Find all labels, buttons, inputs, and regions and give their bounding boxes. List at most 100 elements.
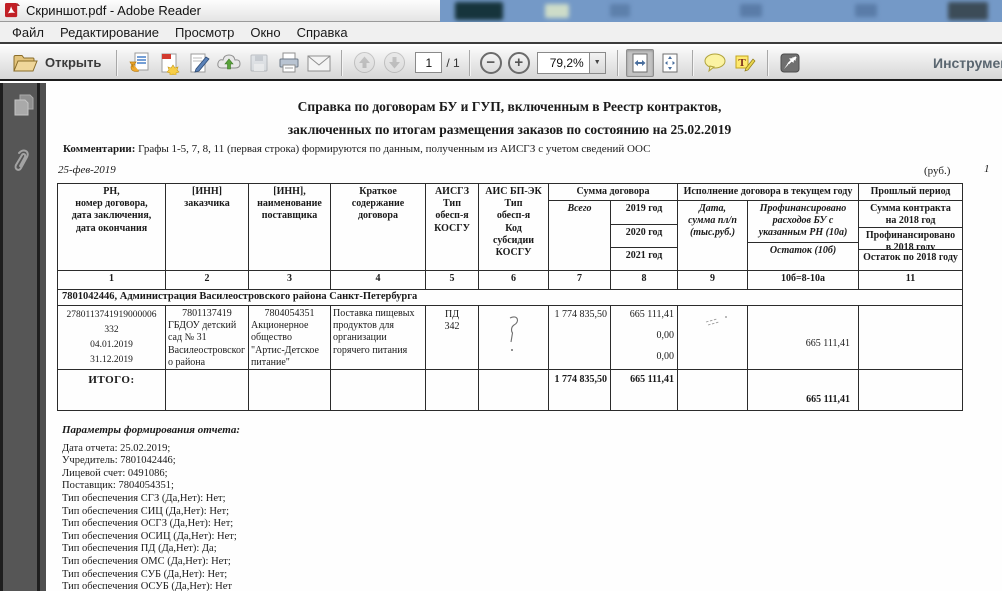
colnum-10: 10б=8-10а	[748, 271, 859, 290]
zoom-level-value[interactable]: 79,2%	[536, 51, 589, 74]
page-number-input[interactable]	[415, 52, 443, 73]
header-inn-customer: [ИНН] заказчика	[166, 184, 249, 271]
inn-customer-number: 7801137419	[182, 308, 232, 319]
header-aisgz: АИСГЗ Тип обесп-я КОСГУ	[426, 184, 479, 271]
inn-supplier-number: 7804054351	[264, 308, 315, 319]
toolbar-separator	[691, 49, 693, 76]
param-line: Тип обеспечения ОМС (Да,Нет): Нет;	[62, 555, 231, 567]
export-pdf-button[interactable]	[125, 49, 153, 77]
toolbar: Открыть 1 / 1 − + 79,2% ▼ T Инструме	[0, 46, 1002, 81]
fit-page-icon	[662, 53, 678, 72]
totals-financed: 665 111,41	[748, 370, 859, 411]
fit-page-button[interactable]	[656, 49, 684, 77]
menu-file[interactable]: Файл	[4, 23, 52, 42]
comments-label: Комментарии:	[63, 143, 136, 155]
zoom-out-button[interactable]: −	[479, 51, 502, 74]
toolbar-separator	[616, 49, 618, 76]
sign-document-button[interactable]	[185, 49, 213, 77]
header-year-2020: 2020 год	[611, 225, 678, 248]
param-line: Тип обеспечения СУБ (Да,Нет): Нет;	[62, 568, 228, 580]
cell-payment-date	[678, 306, 748, 370]
email-button[interactable]	[305, 49, 333, 77]
contracts-table: РН, номер договора, дата заключения, дат…	[57, 183, 963, 411]
colnum-3: 3	[249, 271, 331, 290]
menu-bar: Файл Редактирование Просмотр Окно Справк…	[0, 22, 1002, 44]
pencil-dashes-mark	[705, 316, 727, 326]
totals-label: ИТОГО:	[58, 370, 166, 411]
highlight-text-button[interactable]: T	[731, 49, 759, 77]
handwritten-squiggle-mark	[509, 316, 518, 351]
header-inn-supplier: [ИНН], наименование поставщика	[249, 184, 331, 271]
adobe-pdf-icon	[5, 3, 20, 18]
add-comment-button[interactable]	[701, 49, 729, 77]
report-title-line2: заключенных по итогам размещения заказов…	[287, 122, 732, 137]
cell-total: 1 774 835,50	[549, 306, 611, 370]
header-group-exec: Исполнение договора в текущем году	[678, 184, 859, 201]
save-button[interactable]	[245, 49, 273, 77]
next-page-button[interactable]	[380, 49, 408, 77]
zoom-control: 79,2% ▼	[536, 51, 606, 74]
cloud-upload-button[interactable]	[215, 49, 243, 77]
report-title-line1: Справка по договорам БУ и ГУП, включенны…	[297, 99, 722, 114]
svg-text:T: T	[738, 57, 746, 69]
param-line: Тип обеспечения ОСИЦ (Да,Нет): Нет;	[62, 530, 237, 542]
navigation-pane	[0, 83, 40, 591]
title-bar[interactable]: Скриншот.pdf - Adobe Reader	[0, 0, 1002, 22]
cell-past-period	[859, 306, 963, 370]
desktop-window-blob	[855, 4, 877, 17]
fullscreen-icon	[780, 53, 800, 72]
sign-pen-icon	[190, 53, 210, 73]
param-line: Учредитель: 7801042446;	[62, 455, 176, 467]
menu-view[interactable]: Просмотр	[167, 23, 242, 42]
header-exec-date: Дата, сумма пл/п (тыс.руб.)	[678, 201, 748, 271]
highlight-text-icon: T	[735, 55, 756, 72]
page-thumbnails-icon[interactable]	[11, 91, 37, 119]
open-folder-icon	[13, 54, 38, 71]
adobe-reader-window: Скриншот.pdf - Adobe Reader Файл Редакти…	[0, 0, 1002, 591]
window-title: Скриншот.pdf - Adobe Reader	[26, 3, 201, 18]
document-area: Справка по договорам БУ и ГУП, включенны…	[0, 83, 1002, 591]
header-year-2019: 2019 год	[611, 201, 678, 225]
desktop-window-blob	[948, 2, 988, 20]
menu-help[interactable]: Справка	[289, 23, 356, 42]
cell-ais-bp	[479, 306, 549, 370]
previous-page-button[interactable]	[350, 49, 378, 77]
open-button[interactable]: Открыть	[8, 49, 109, 77]
param-line: Тип обеспечения ОСУБ (Да,Нет): Нет	[62, 581, 233, 591]
totals-sum: 1 774 835,50	[549, 370, 611, 411]
header-group-past: Прошлый период	[859, 184, 963, 201]
colnum-1: 1	[58, 271, 166, 290]
totals-empty	[249, 370, 331, 411]
value-2020: 0,00	[656, 330, 675, 342]
colnum-11: 11	[859, 271, 963, 290]
save-floppy-icon	[250, 54, 268, 71]
print-button[interactable]	[275, 49, 303, 77]
header-year-2021: 2021 год	[611, 248, 678, 271]
export-pdf-icon	[129, 52, 149, 72]
zoom-dropdown-arrow[interactable]: ▼	[588, 51, 606, 74]
param-line: Тип обеспечения СГЗ (Да,Нет): Нет;	[62, 492, 226, 504]
param-line: Тип обеспечения ОСГЗ (Да,Нет): Нет;	[62, 518, 234, 530]
create-pdf-button[interactable]	[155, 49, 183, 77]
email-envelope-icon	[307, 55, 331, 71]
menu-window[interactable]: Окно	[242, 23, 288, 42]
menu-edit[interactable]: Редактирование	[52, 23, 167, 42]
fit-width-button[interactable]	[625, 48, 654, 77]
colnum-9: 9	[678, 271, 748, 290]
currency-note: (руб.)	[924, 165, 951, 177]
toolbar-separator	[766, 49, 768, 76]
comments-line: Комментарии: Графы 1-5, 7, 8, 11 (первая…	[63, 143, 650, 155]
create-pdf-icon	[161, 53, 180, 75]
colnum-2: 2	[166, 271, 249, 290]
pdf-page: Справка по договорам БУ и ГУП, включенны…	[46, 83, 1002, 591]
desktop-window-blob	[740, 4, 762, 17]
totals-empty	[859, 370, 963, 411]
attachments-paperclip-icon[interactable]	[11, 145, 37, 179]
header-exec-financed: Профинансировано расходов БУ с указанным…	[748, 201, 859, 243]
tools-panel-button[interactable]: Инструменты	[933, 55, 1002, 71]
totals-empty	[479, 370, 549, 411]
cell-rn: 2780113741919000006 332 04.01.2019 31.12…	[58, 306, 166, 370]
cell-inn-customer: 7801137419 ГБДОУ детский сад № 31 Василе…	[166, 306, 249, 370]
fullscreen-button[interactable]	[776, 49, 804, 77]
zoom-in-button[interactable]: +	[507, 51, 530, 74]
